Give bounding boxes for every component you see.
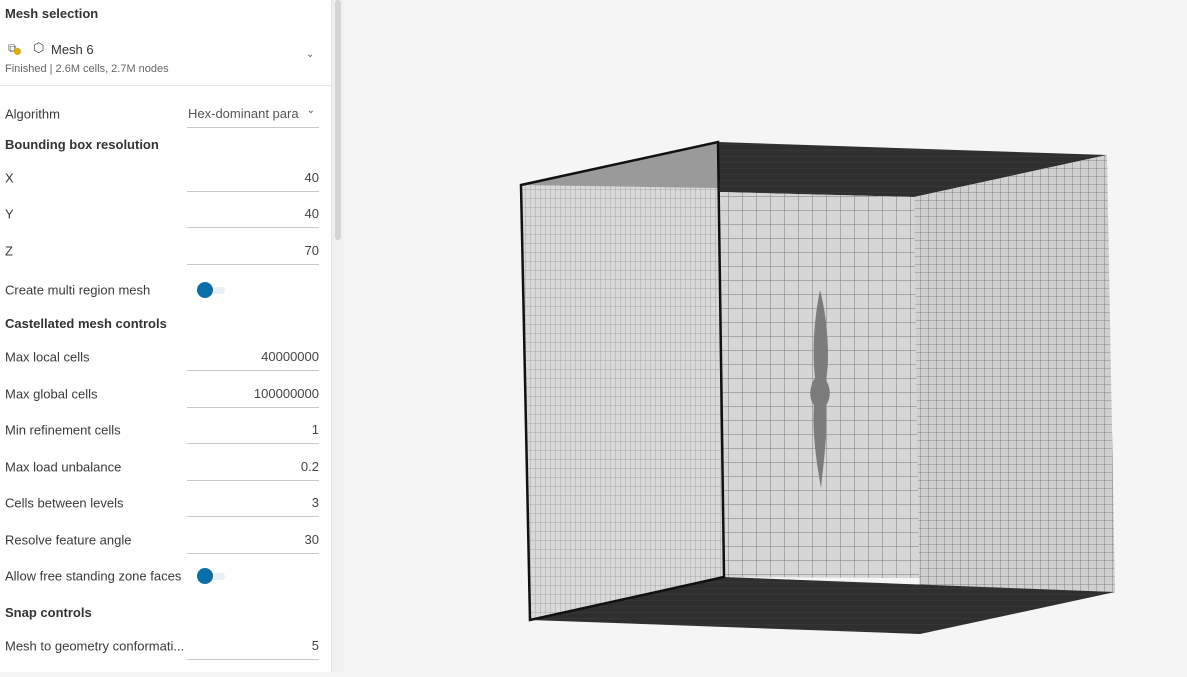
castellated-row: Min refinement cells 1: [0, 412, 331, 448]
field-label: Resolve feature angle: [5, 532, 132, 548]
field-label: X: [5, 170, 14, 186]
field-label: Z: [5, 243, 13, 259]
bbox-x-row: X 40: [0, 160, 331, 196]
algorithm-label: Algorithm: [5, 106, 60, 122]
mesh-settings-panel: Mesh selection ⧉ ⬡ Mesh 6 Finished | 2.6…: [0, 0, 331, 672]
cells-between-levels-input[interactable]: 3: [187, 489, 319, 517]
multi-region-toggle[interactable]: [197, 282, 225, 298]
castellated-title: Castellated mesh controls: [5, 316, 167, 331]
3d-viewport[interactable]: [344, 0, 1187, 672]
bbox-x-input[interactable]: 40: [187, 164, 319, 192]
max-local-cells-input[interactable]: 40000000: [187, 343, 319, 371]
mesh-status: Finished | 2.6M cells, 2.7M nodes: [5, 63, 169, 75]
left-face: [521, 142, 724, 620]
snap-title: Snap controls: [5, 605, 92, 620]
max-global-cells-input[interactable]: 100000000: [187, 380, 319, 408]
mesh-conformation-input[interactable]: 5: [187, 632, 319, 660]
snap-row: Mesh to geometry conformati... 5: [0, 628, 331, 664]
castellated-row: Cells between levels 3: [0, 485, 331, 521]
scrollbar-thumb[interactable]: [335, 0, 341, 240]
chevron-down-icon: ⌄: [306, 49, 315, 60]
field-label: Mesh to geometry conformati...: [5, 638, 185, 654]
field-label: Max load unbalance: [5, 459, 122, 475]
bbox-z-row: Z 70: [0, 233, 331, 269]
min-refinement-cells-input[interactable]: 1: [187, 416, 319, 444]
free-standing-row: Allow free standing zone faces: [0, 558, 331, 594]
bbox-y-row: Y 40: [0, 196, 331, 232]
resolve-feature-angle-input[interactable]: 30: [187, 526, 319, 554]
field-label: Y: [5, 206, 14, 222]
mesh-render: [519, 140, 1115, 634]
algorithm-select[interactable]: Hex-dominant para ⌄: [187, 100, 319, 128]
castellated-row: Max load unbalance 0.2: [0, 449, 331, 485]
multi-region-row: Create multi region mesh: [0, 272, 331, 308]
bbox-z-input[interactable]: 70: [187, 237, 319, 265]
mesh-name: Mesh 6: [51, 42, 94, 57]
field-label: Cells between levels: [5, 495, 124, 511]
field-label: Min refinement cells: [5, 422, 121, 438]
field-label: Allow free standing zone faces: [5, 568, 182, 584]
bbox-title: Bounding box resolution: [5, 137, 159, 152]
free-standing-toggle[interactable]: [197, 568, 225, 584]
field-label: Create multi region mesh: [5, 282, 151, 298]
mesh-selection-title: Mesh selection: [5, 6, 99, 21]
mesh-warning-icon: ⧉: [8, 41, 21, 56]
field-label: Max global cells: [5, 386, 98, 402]
hexagon-icon: ⬡: [33, 40, 45, 55]
bbox-y-input[interactable]: 40: [187, 200, 319, 228]
right-face: [914, 155, 1115, 634]
chevron-down-icon: ⌄: [306, 105, 315, 116]
algorithm-row: Algorithm Hex-dominant para ⌄: [0, 96, 331, 132]
max-load-unbalance-input[interactable]: 0.2: [187, 453, 319, 481]
castellated-row: Max global cells 100000000: [0, 376, 331, 412]
mesh-selector[interactable]: ⧉ ⬡ Mesh 6 Finished | 2.6M cells, 2.7M n…: [0, 32, 331, 86]
field-label: Max local cells: [5, 349, 90, 365]
castellated-row: Resolve feature angle 30: [0, 522, 331, 558]
castellated-row: Max local cells 40000000: [0, 339, 331, 375]
panel-scrollbar[interactable]: [331, 0, 344, 672]
